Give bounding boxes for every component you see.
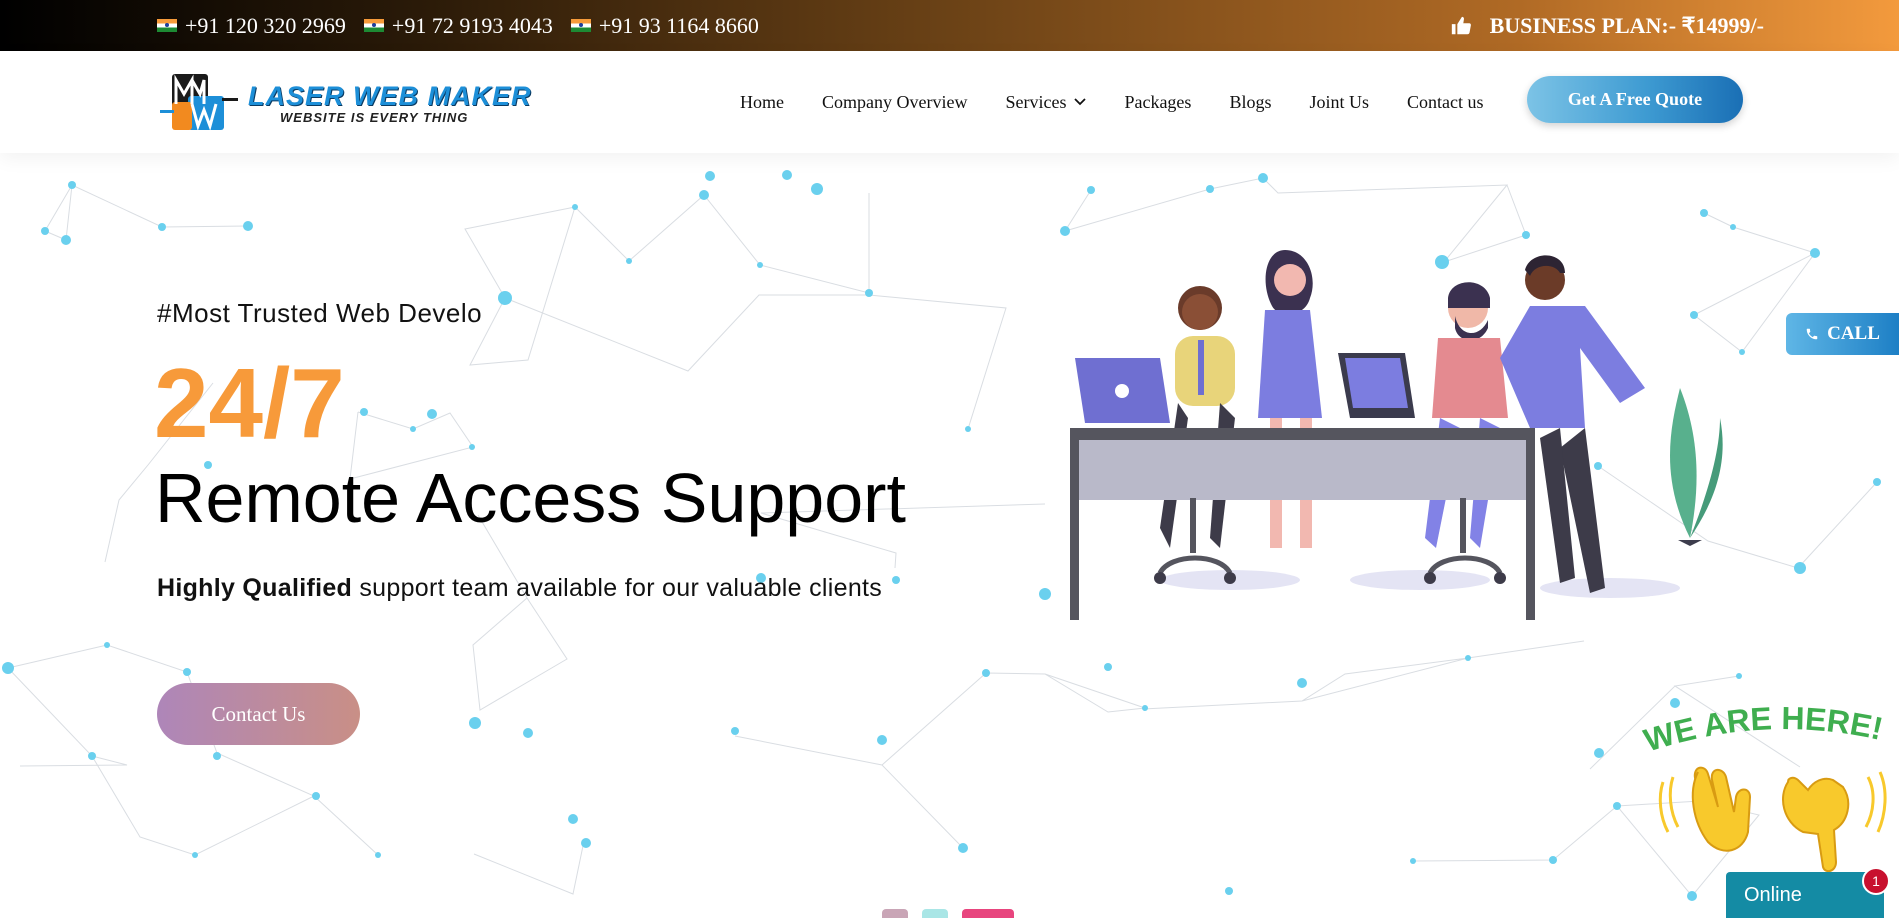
nav-contact-us[interactable]: Contact us	[1388, 92, 1503, 113]
india-flag-icon	[570, 19, 591, 32]
nav-label: Company Overview	[822, 91, 968, 112]
phone-link-1[interactable]: +91 120 320 2969	[157, 13, 346, 39]
hero-subtext-rest: support team available for our valuable …	[352, 574, 883, 602]
chat-online-button[interactable]: Online	[1726, 872, 1884, 918]
phone-link-3[interactable]: +91 93 1164 8660	[570, 12, 759, 39]
main-nav: Home Company Overview Services Packages …	[740, 51, 1502, 153]
hero-subtext-bold: Highly Qualified	[157, 574, 353, 602]
nav-services[interactable]: Services	[986, 92, 1105, 113]
logo[interactable]: LASER WEB MAKER WEBSITE IS EVERY THING	[160, 68, 540, 138]
nav-label: Services	[1005, 91, 1067, 112]
nav-label: Blogs	[1229, 91, 1272, 112]
nav-label: Contact us	[1406, 91, 1484, 112]
nav-label: Home	[740, 91, 784, 112]
chevron-down-icon	[1074, 98, 1087, 106]
team-illustration	[1070, 250, 1723, 620]
slider-dot-2[interactable]	[922, 909, 948, 918]
pointing-hand-icon	[1782, 771, 1887, 872]
india-flag-icon	[157, 19, 177, 32]
phone-number: +91 120 320 2969	[185, 12, 346, 38]
call-label: CALL	[1827, 323, 1880, 344]
nav-label: Joint Us	[1309, 91, 1369, 112]
nav-company-overview[interactable]: Company Overview	[803, 92, 986, 113]
waving-hand-icon	[1658, 766, 1752, 852]
we-are-here-text: WE ARE HERE!	[1640, 702, 1886, 758]
hero-headline-number: 24/7	[154, 348, 345, 458]
nav-home[interactable]: Home	[740, 92, 803, 113]
chat-notification-badge: 1	[1862, 867, 1890, 895]
chat-status: Online	[1744, 883, 1802, 906]
hero-subtext: Highly Qualified support team available …	[157, 574, 917, 603]
business-plan-text: BUSINESS PLAN:- ₹14999/-	[1489, 12, 1764, 38]
phone-number: +91 93 1164 8660	[598, 12, 759, 38]
hero-hashtag: #Most Trusted Web Develo	[157, 298, 483, 328]
get-free-quote-button[interactable]: Get A Free Quote	[1527, 76, 1743, 123]
phone-number: +91 72 9193 4043	[391, 12, 553, 38]
site-header: LASER WEB MAKER WEBSITE IS EVERY THING H…	[0, 51, 1899, 153]
call-button[interactable]: CALL	[1786, 313, 1899, 355]
nav-blogs[interactable]: Blogs	[1210, 92, 1290, 113]
nav-packages[interactable]: Packages	[1105, 92, 1210, 113]
india-flag-icon	[363, 19, 384, 32]
slider-dot-3[interactable]	[962, 909, 1014, 918]
phone-icon	[1806, 328, 1818, 340]
contact-us-button[interactable]: Contact Us	[157, 683, 360, 745]
logo-mark-icon	[160, 74, 238, 131]
we-are-here-widget[interactable]: WE ARE HERE!	[1638, 702, 1899, 872]
business-plan-link[interactable]: BUSINESS PLAN:- ₹14999/-	[1450, 0, 1764, 51]
nav-label: Packages	[1124, 91, 1192, 112]
hero-headline: Remote Access Support	[155, 459, 906, 537]
logo-title: LASER WEB MAKER	[248, 80, 532, 111]
phone-list: +91 120 320 2969 +91 72 9193 4043 +91 93…	[157, 0, 759, 51]
thumbs-up-icon	[1451, 16, 1471, 34]
logo-text: LASER WEB MAKER WEBSITE IS EVERY THING	[248, 82, 532, 125]
logo-tagline: WEBSITE IS EVERY THING	[280, 109, 469, 125]
phone-link-2[interactable]: +91 72 9193 4043	[363, 12, 553, 39]
hero-section: #Most Trusted Web Develo 24/7 Remote Acc…	[0, 153, 1899, 918]
nav-joint-us[interactable]: Joint Us	[1290, 92, 1388, 113]
slider-dot-1[interactable]	[882, 909, 908, 918]
slider-dots	[882, 909, 1014, 918]
top-bar: +91 120 320 2969 +91 72 9193 4043 +91 93…	[0, 0, 1899, 51]
